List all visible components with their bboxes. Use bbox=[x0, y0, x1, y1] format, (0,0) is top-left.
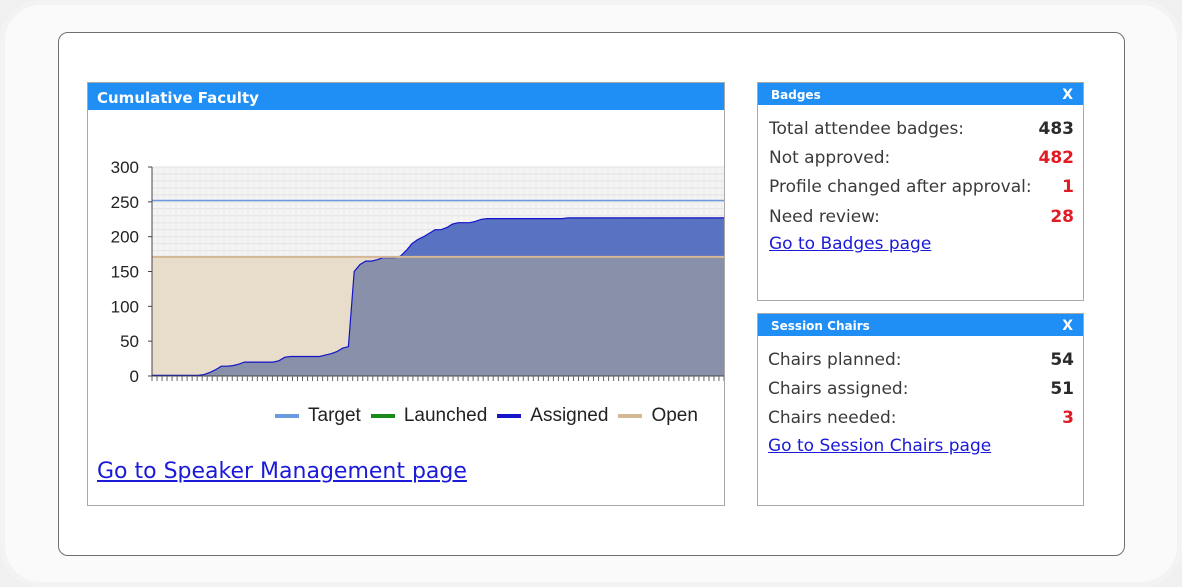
row-label: Chairs assigned: bbox=[768, 378, 909, 399]
chairs-row-planned: Chairs planned: 54 bbox=[768, 345, 1074, 374]
legend-item-target: Target bbox=[275, 405, 361, 427]
session-chairs-panel: Session Chairs X Chairs planned: 54 Chai… bbox=[757, 313, 1084, 506]
session-chairs-close-button[interactable]: X bbox=[1062, 318, 1073, 334]
chairs-row-needed: Chairs needed: 3 bbox=[768, 404, 1074, 433]
legend-swatch-assigned bbox=[497, 414, 522, 418]
row-value: 483 bbox=[1038, 118, 1075, 139]
row-value: 482 bbox=[1038, 147, 1075, 168]
badges-row-profile-changed: Profile changed after approval: 1 bbox=[769, 173, 1074, 202]
legend-label-launched: Launched bbox=[403, 405, 488, 426]
y-tick-label: 100 bbox=[111, 297, 139, 316]
chart-legend: Target Launched Assigned Open bbox=[275, 405, 708, 427]
session-chairs-panel-title: Session Chairs bbox=[771, 318, 870, 333]
row-value: 51 bbox=[1050, 378, 1074, 399]
legend-swatch-launched bbox=[370, 414, 395, 418]
legend-label-assigned: Assigned bbox=[530, 405, 609, 426]
legend-item-launched: Launched bbox=[370, 405, 488, 427]
legend-swatch-target bbox=[275, 414, 299, 418]
legend-label-target: Target bbox=[308, 405, 361, 426]
row-value: 1 bbox=[1062, 177, 1074, 198]
speaker-management-link[interactable]: Go to Speaker Management page bbox=[97, 459, 467, 484]
legend-swatch-open bbox=[618, 414, 643, 418]
y-tick-label: 150 bbox=[111, 263, 139, 282]
row-label: Chairs planned: bbox=[768, 349, 902, 370]
legend-item-open: Open bbox=[618, 405, 698, 427]
row-label: Profile changed after approval: bbox=[769, 177, 1032, 198]
session-chairs-page-link[interactable]: Go to Session Chairs page bbox=[768, 436, 991, 456]
row-label: Not approved: bbox=[769, 147, 891, 168]
badges-panel-title: Badges bbox=[771, 87, 821, 102]
row-value: 28 bbox=[1050, 206, 1074, 227]
faculty-panel: Cumulative Faculty 0 50 100 150 200 250 300 Ta… bbox=[87, 82, 725, 506]
faculty-panel-header: Cumulative Faculty bbox=[88, 83, 724, 110]
y-tick-label: 300 bbox=[111, 158, 139, 177]
badges-panel-header: Badges X bbox=[758, 83, 1083, 105]
faculty-panel-title: Cumulative Faculty bbox=[97, 88, 259, 107]
y-tick-label: 200 bbox=[111, 228, 139, 247]
legend-label-open: Open bbox=[651, 405, 698, 426]
badges-panel: Badges X Total attendee badges: 483 Not … bbox=[757, 82, 1084, 301]
y-tick-label: 0 bbox=[130, 367, 139, 386]
row-value: 3 bbox=[1062, 408, 1074, 429]
row-label: Chairs needed: bbox=[768, 408, 897, 429]
row-label: Need review: bbox=[769, 206, 880, 227]
chairs-row-assigned: Chairs assigned: 51 bbox=[768, 374, 1074, 403]
row-value: 54 bbox=[1050, 349, 1074, 370]
badges-row-need-review: Need review: 28 bbox=[769, 202, 1074, 231]
y-tick-label: 50 bbox=[120, 332, 139, 351]
legend-item-assigned: Assigned bbox=[497, 405, 608, 427]
badges-row-not-approved: Not approved: 482 bbox=[769, 143, 1074, 172]
badges-row-total: Total attendee badges: 483 bbox=[769, 114, 1074, 143]
y-tick-label: 250 bbox=[111, 193, 139, 212]
faculty-chart: 0 50 100 150 200 250 300 bbox=[111, 158, 724, 386]
session-chairs-panel-header: Session Chairs X bbox=[758, 314, 1083, 336]
row-label: Total attendee badges: bbox=[769, 118, 965, 139]
badges-page-link[interactable]: Go to Badges page bbox=[769, 234, 931, 254]
badges-close-button[interactable]: X bbox=[1062, 87, 1073, 103]
